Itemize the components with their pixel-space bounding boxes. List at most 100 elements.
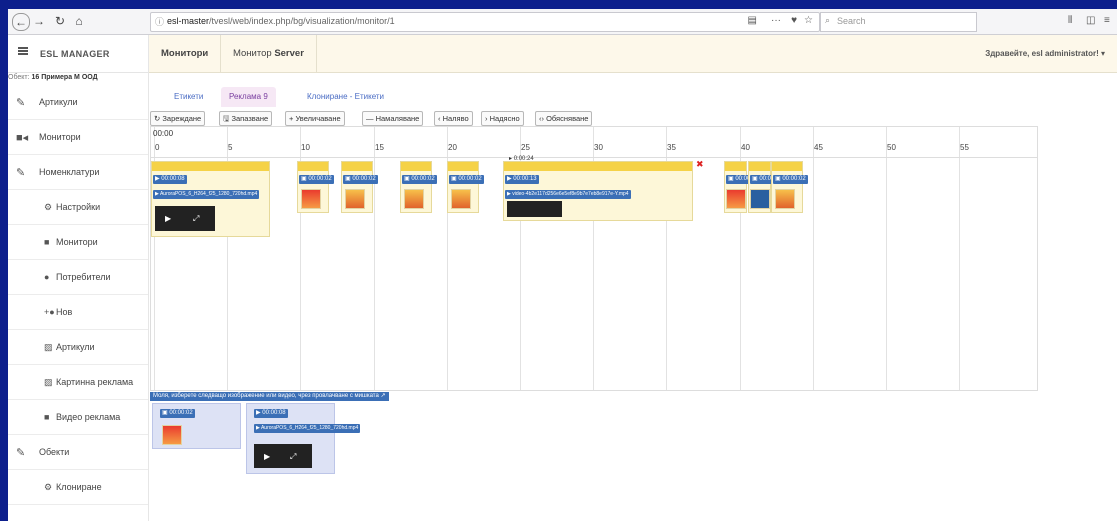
clip-thumbnail xyxy=(404,189,424,209)
timeline-clip[interactable]: ▣ 00:00:02 xyxy=(724,161,761,213)
pool-item[interactable]: ▣ 00:00:02 xyxy=(152,403,241,449)
sidebar-item-label: Потребители xyxy=(56,272,111,282)
play-icon[interactable]: ▶ xyxy=(264,452,270,461)
reload-icon[interactable]: ↻ xyxy=(52,13,68,29)
gear-icon: ⚙ xyxy=(44,202,53,212)
timeline-tick-label: 30 xyxy=(594,143,603,152)
zoom-out-button[interactable]: — Намаляване xyxy=(362,111,424,126)
reader-icon[interactable]: ▤ xyxy=(748,15,757,26)
sidebar-toggle-icon[interactable]: ◫ xyxy=(1086,15,1095,26)
clip-filename-value: AuroraPOS_6_H264_f25_1280_720hd.mp4 xyxy=(159,191,258,197)
timeline[interactable]: 00:00 0 5 10 15 20 25 30 35 40 45 50 55 ▸ 0:00:24 ▶… xyxy=(150,126,1038,391)
clip-header xyxy=(504,162,692,171)
sidebar-item-sub-articles[interactable]: ▨ Артикули xyxy=(8,330,148,365)
menu-icon[interactable]: ≡ xyxy=(1104,15,1110,26)
sidebar-item-sub-monitors[interactable]: ■ Монитори xyxy=(8,225,148,260)
tab-ads[interactable]: Реклама 9 xyxy=(221,87,276,107)
user-menu[interactable]: Здравейте, esl administrator! ▾ xyxy=(985,49,1105,58)
sidebar-item-objects[interactable]: ✎ Обекти xyxy=(8,435,148,470)
url-bar[interactable]: ⓘ esl-master/tvesl/web/index.php/bg/visu… xyxy=(150,12,820,32)
clip-duration: ▣ 00:00:02 xyxy=(299,175,334,184)
timeline-gridline xyxy=(813,127,814,390)
move-left-button[interactable]: ‹ Наляво xyxy=(434,111,473,126)
current-object: Обект: 16 Примера М ООД xyxy=(8,74,98,81)
tab-labels-text: Етикети xyxy=(174,92,204,101)
sidebar-item-image-ads[interactable]: ▨ Картинна реклама xyxy=(8,365,148,400)
bookmark-star-icon[interactable]: ☆ xyxy=(804,15,813,26)
sidebar-item-new[interactable]: +● Нов xyxy=(8,295,148,330)
clip-duration: ▶ 00:00:13 xyxy=(505,175,539,184)
zoom-in-button[interactable]: + Увеличаване xyxy=(285,111,345,126)
timeline-tick-label: 25 xyxy=(521,143,530,152)
timeline-clip[interactable]: ▶ 00:00:08 ▶ AuroraPOS_6_H264_f25_1280_7… xyxy=(151,161,270,237)
play-icon[interactable]: ▶ xyxy=(165,214,171,223)
timeline-start-label: 00:00 xyxy=(153,129,174,138)
timeline-tick-label: 40 xyxy=(741,143,750,152)
sidebar-item-video-ads[interactable]: ■ Видео реклама xyxy=(8,400,148,435)
clip-header xyxy=(342,162,372,171)
forward-icon[interactable]: → xyxy=(31,13,47,29)
back-icon[interactable]: ← xyxy=(12,13,30,31)
clip-filename: ▶ AuroraPOS_6_H264_f25_1280_720hd.mp4 xyxy=(153,190,260,199)
more-icon[interactable]: ··· xyxy=(771,15,781,26)
clip-thumbnail xyxy=(451,189,471,209)
video-player[interactable]: ▶ ⤢ xyxy=(155,206,215,231)
clip-header xyxy=(401,162,431,171)
nav-monitors[interactable]: Монитори xyxy=(149,35,222,72)
timeline-clip[interactable]: ▣ 00:00:02 xyxy=(748,161,785,213)
timeline-clip[interactable]: ▣ 00:00:02 xyxy=(447,161,484,213)
move-right-button[interactable]: › Надясно xyxy=(481,111,524,126)
drag-hint: Моля, изберете следващо изображение или … xyxy=(150,392,389,401)
timeline-gridline xyxy=(886,127,887,390)
sidebar-item-nomenclatures[interactable]: ✎ Номенклатури xyxy=(8,155,148,190)
save-button[interactable]: 🖫 Запазване xyxy=(219,111,273,126)
timeline-clip[interactable]: ▶ 00:00:13 ▶ video-4b2e117d256e6e5ef8e9b… xyxy=(503,159,704,221)
sidebar-item-label: Настройки xyxy=(56,202,101,212)
pool-item[interactable]: ▶ 00:00:08 ▶ AuroraPOS_6_H264_f25_1280_7… xyxy=(246,403,361,474)
browser-search-input[interactable]: ⌕ Search xyxy=(820,12,977,32)
sidebar-item-label: Монитори xyxy=(39,132,81,142)
sidebar-item-label: Клониране xyxy=(56,482,102,492)
timeline-clip[interactable]: ▣ 00:00:02 xyxy=(771,161,808,213)
sidebar-item-settings[interactable]: ⚙ Настройки xyxy=(8,190,148,225)
clip-thumbnail xyxy=(345,189,365,209)
fullscreen-icon[interactable]: ⤢ xyxy=(193,214,199,224)
tab-ads-text: Реклама xyxy=(229,92,262,101)
sidebar-item-articles[interactable]: ✎ Артикули xyxy=(8,85,148,120)
pool-item-filename: ▶ AuroraPOS_6_H264_f25_1280_720hd.mp4 xyxy=(254,424,361,433)
reload-button[interactable]: ↻ Зареждане xyxy=(150,111,206,126)
sidebar: ESL MANAGER Обект: 16 Примера М ООД ✎ Арт… xyxy=(8,35,149,521)
hamburger-icon[interactable] xyxy=(18,47,28,49)
video-icon: ■ xyxy=(44,237,50,247)
tab-labels[interactable]: Етикети xyxy=(166,87,211,107)
nav-monitor-server[interactable]: Монитор Server xyxy=(221,35,317,72)
timeline-clip[interactable]: ▣ 00:00:02 xyxy=(341,161,378,213)
clip-thumbnail xyxy=(775,189,795,209)
timeline-gridline xyxy=(374,127,375,390)
pocket-icon[interactable]: ♥ xyxy=(791,15,797,26)
remove-clip-icon[interactable]: ✖ xyxy=(696,159,704,170)
timeline-tick-label: 15 xyxy=(375,143,384,152)
browser-toolbar: ← → ↻ ⌂ ⓘ esl-master/tvesl/web/index.php… xyxy=(8,9,1117,35)
zoom-out-label: Намаляване xyxy=(375,114,420,123)
video-player[interactable]: ▶ ⤢ xyxy=(254,444,312,468)
clip-duration: ▣ 00:00:02 xyxy=(449,175,484,184)
edit-icon: ✎ xyxy=(16,447,26,459)
fullscreen-icon[interactable]: ⤢ xyxy=(290,452,296,462)
home-icon[interactable]: ⌂ xyxy=(71,13,87,29)
video-player[interactable] xyxy=(507,201,562,217)
explain-button[interactable]: ‹› Обясняване xyxy=(535,111,593,126)
timeline-tick-label: 10 xyxy=(301,143,310,152)
timeline-clip[interactable]: ▣ 00:00:02 xyxy=(400,161,437,213)
timeline-tick-label: 20 xyxy=(448,143,457,152)
library-icon[interactable]: ⫴ xyxy=(1068,15,1072,26)
clip-duration-value: 00:00:08 xyxy=(161,176,185,182)
sidebar-item-users[interactable]: ● Потребители xyxy=(8,260,148,295)
pool-item-duration: ▣ 00:00:02 xyxy=(160,409,195,418)
timeline-gridline xyxy=(959,127,960,390)
tab-clone-labels[interactable]: Клониране - Етикети xyxy=(299,87,392,107)
sidebar-item-monitors[interactable]: ■◂ Монитори xyxy=(8,120,148,155)
timeline-clip[interactable]: ▣ 00:00:02 xyxy=(297,161,334,213)
sidebar-item-cloning[interactable]: ⚙ Клониране xyxy=(8,470,148,505)
left-label: Наляво xyxy=(442,114,469,123)
